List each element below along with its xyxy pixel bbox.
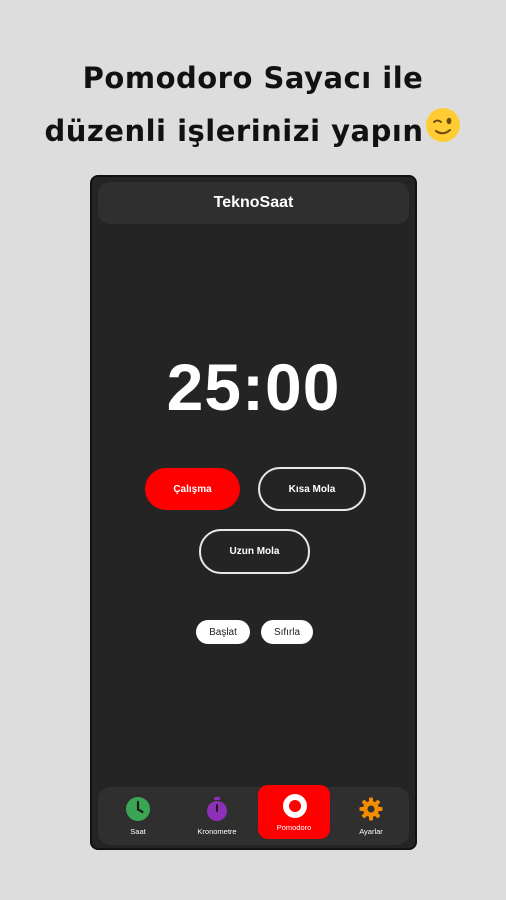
pomodoro-icon: [282, 793, 307, 818]
long-break-button[interactable]: Uzun Mola: [199, 529, 310, 574]
nav-label-ayarlar: Ayarlar: [359, 826, 383, 836]
work-mode-label: Çalışma: [173, 483, 212, 495]
promo-line-2: düzenli işlerinizi yapın: [0, 105, 506, 160]
app-bar: TeknoSaat: [98, 182, 409, 224]
nav-label-kronometre: Kronometre: [197, 826, 237, 836]
winking-face-icon: [425, 107, 461, 160]
app-title: TeknoSaat: [213, 194, 294, 211]
promo-headline: Pomodoro Sayacı ile düzenli işlerinizi y…: [0, 52, 506, 160]
reset-button[interactable]: Sıfırla: [261, 620, 313, 644]
stopwatch-icon: [205, 796, 229, 821]
nav-label-pomodoro: Pomodoro: [276, 822, 312, 832]
long-break-label: Uzun Mola: [229, 546, 280, 557]
nav-item-kronometre[interactable]: Kronometre: [182, 787, 252, 845]
start-button[interactable]: Başlat: [196, 620, 250, 644]
nav-item-pomodoro[interactable]: Pomodoro: [258, 785, 330, 839]
short-break-label: Kısa Mola: [288, 483, 336, 495]
clock-icon: [126, 796, 150, 821]
reset-label: Sıfırla: [273, 626, 301, 638]
nav-label-saat: Saat: [130, 826, 146, 836]
promo-line-2-text: düzenli işlerinizi yapın: [44, 114, 424, 148]
timer-display: 25:00: [166, 350, 341, 424]
app-screen: TeknoSaat 25:00 Çalışma Kısa Mola Uzun M…: [90, 175, 417, 850]
nav-item-saat[interactable]: Saat: [103, 787, 173, 845]
gear-icon: [359, 797, 383, 821]
work-mode-button[interactable]: Çalışma: [145, 468, 240, 510]
short-break-button[interactable]: Kısa Mola: [258, 467, 366, 511]
bottom-nav: Saat Kronometre Pomodoro Ayarlar: [98, 785, 409, 845]
promo-line-1: Pomodoro Sayacı ile: [82, 61, 424, 95]
start-label: Başlat: [209, 626, 237, 638]
nav-item-ayarlar[interactable]: Ayarlar: [336, 787, 406, 845]
